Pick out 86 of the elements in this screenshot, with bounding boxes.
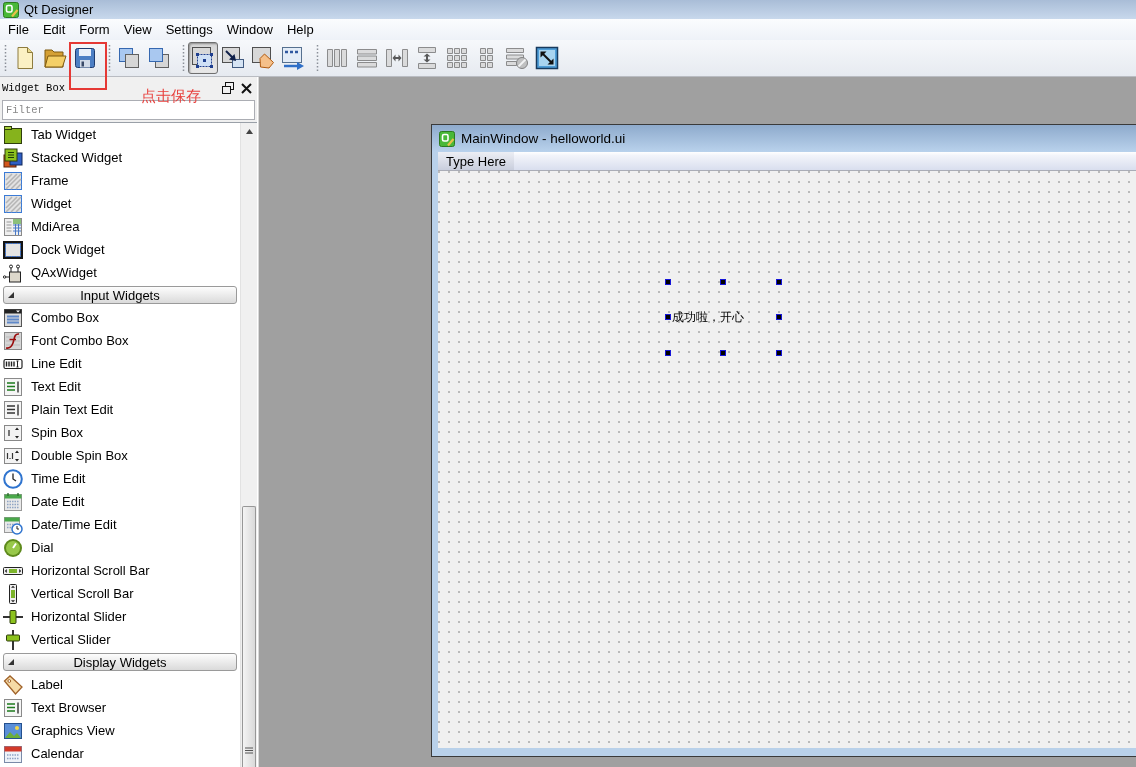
selection-handle[interactable]: [776, 314, 782, 320]
panel-title: Widget Box: [2, 82, 65, 94]
scroll-up-icon[interactable]: [245, 129, 253, 134]
widget-list-item[interactable]: Calendar: [3, 742, 240, 765]
hatched-frame-icon: [3, 170, 23, 191]
text-box-icon: [3, 399, 23, 420]
widget-list-item[interactable]: Text Edit: [3, 375, 240, 398]
widget-list-item[interactable]: Vertical Scroll Bar: [3, 582, 240, 605]
widget-list-item[interactable]: Dock Widget: [3, 238, 240, 261]
widget-list-item[interactable]: Spin Box: [3, 421, 240, 444]
highlight-box: [69, 42, 107, 90]
selection-handle[interactable]: [776, 350, 782, 356]
menu-item[interactable]: Help: [279, 21, 321, 38]
widget-list-item[interactable]: Widget: [3, 192, 240, 215]
widget-list-item[interactable]: QAxWidget: [3, 261, 240, 284]
scrollbar-thumb[interactable]: [242, 506, 256, 767]
widget-list-item[interactable]: Frame: [3, 169, 240, 192]
category-header[interactable]: Input Widgets: [3, 286, 237, 304]
widget-list-item[interactable]: Horizontal Slider: [3, 605, 240, 628]
text-box-icon: [3, 697, 23, 718]
menu-item[interactable]: File: [1, 21, 36, 38]
widget-list-item[interactable]: Stacked Widget: [3, 146, 240, 169]
triangle-icon: [8, 659, 14, 665]
selection-handle[interactable]: [665, 279, 671, 285]
form-window[interactable]: MainWindow - helloworld.ui Type Here 成功啦，开心: [431, 124, 1136, 757]
widget-list-item[interactable]: Tab Widget: [3, 123, 240, 146]
widget-list-item[interactable]: Dial: [3, 536, 240, 559]
font-icon: [3, 330, 23, 351]
logo-icon: [3, 1, 19, 18]
menu-item[interactable]: Form: [72, 21, 117, 38]
grip-icon[interactable]: [108, 45, 111, 71]
window-grid-icon: [3, 216, 23, 237]
widget-list-item[interactable]: Horizontal Scroll Bar: [3, 559, 240, 582]
dashed-frame-icon: [3, 239, 23, 260]
text-box-icon: [3, 376, 23, 397]
widget-list-item[interactable]: Graphics View: [3, 719, 240, 742]
grip-icon: [245, 747, 253, 754]
widget-list-item[interactable]: Plain Text Edit: [3, 398, 240, 421]
selection-handle[interactable]: [720, 279, 726, 285]
widget-list-item[interactable]: Line Edit: [3, 352, 240, 375]
calendar-icon: [3, 491, 23, 512]
menu-item[interactable]: Window: [219, 21, 280, 38]
category-header[interactable]: Display Widgets: [3, 653, 237, 671]
window-title: MainWindow - helloworld.ui: [461, 131, 626, 146]
widget-list-item[interactable]: Date Edit: [3, 490, 240, 513]
widget-list-item[interactable]: Combo Box: [3, 306, 240, 329]
grip-icon[interactable]: [182, 45, 185, 71]
float-icon[interactable]: [222, 82, 234, 94]
widget-list-item[interactable]: Font Combo Box: [3, 329, 240, 352]
selection-handle[interactable]: [720, 350, 726, 356]
clock-icon: [3, 468, 23, 489]
widget-list-item[interactable]: Double Spin Box: [3, 444, 240, 467]
window-title: Qt Designer: [24, 2, 94, 17]
close-icon[interactable]: [241, 82, 252, 94]
plug-box-icon: [3, 262, 23, 283]
calendar-icon: [3, 743, 23, 764]
menu-item[interactable]: Edit: [35, 21, 73, 38]
spin-box-icon: [3, 445, 23, 466]
widget-list-item[interactable]: Label: [3, 673, 240, 696]
tag-icon: [3, 674, 23, 695]
grip-icon[interactable]: [316, 45, 319, 71]
dropdown-list-icon: [3, 307, 23, 328]
panel-icon: [3, 124, 23, 145]
selection-handle[interactable]: [665, 314, 671, 320]
stacked-pages-icon: [3, 147, 23, 168]
widget-list-item[interactable]: Text Browser: [3, 696, 240, 719]
form-label[interactable]: 成功啦，开心: [672, 309, 744, 325]
spin-box-icon: [3, 422, 23, 443]
selection-handle[interactable]: [665, 350, 671, 356]
triangle-icon: [8, 292, 14, 298]
widget-list-item[interactable]: MdiArea: [3, 215, 240, 238]
logo-icon: [439, 130, 455, 147]
grip-icon[interactable]: [4, 45, 7, 71]
calendar-clock-icon: [3, 514, 23, 535]
scrollbar-track[interactable]: [240, 123, 257, 767]
widget-list-item[interactable]: Time Edit: [3, 467, 240, 490]
selection-handle[interactable]: [776, 279, 782, 285]
dial-icon: [3, 537, 23, 558]
menu-item[interactable]: Type Here: [438, 152, 514, 170]
widget-list-item[interactable]: Date/Time Edit: [3, 513, 240, 536]
menu-item[interactable]: View: [116, 21, 159, 38]
hatched-frame-icon: [3, 193, 23, 214]
widget-list-item[interactable]: Vertical Slider: [3, 628, 240, 651]
vertical-slider-icon: [3, 629, 23, 650]
picture-icon: [3, 720, 23, 741]
menu-item[interactable]: Settings: [158, 21, 220, 38]
